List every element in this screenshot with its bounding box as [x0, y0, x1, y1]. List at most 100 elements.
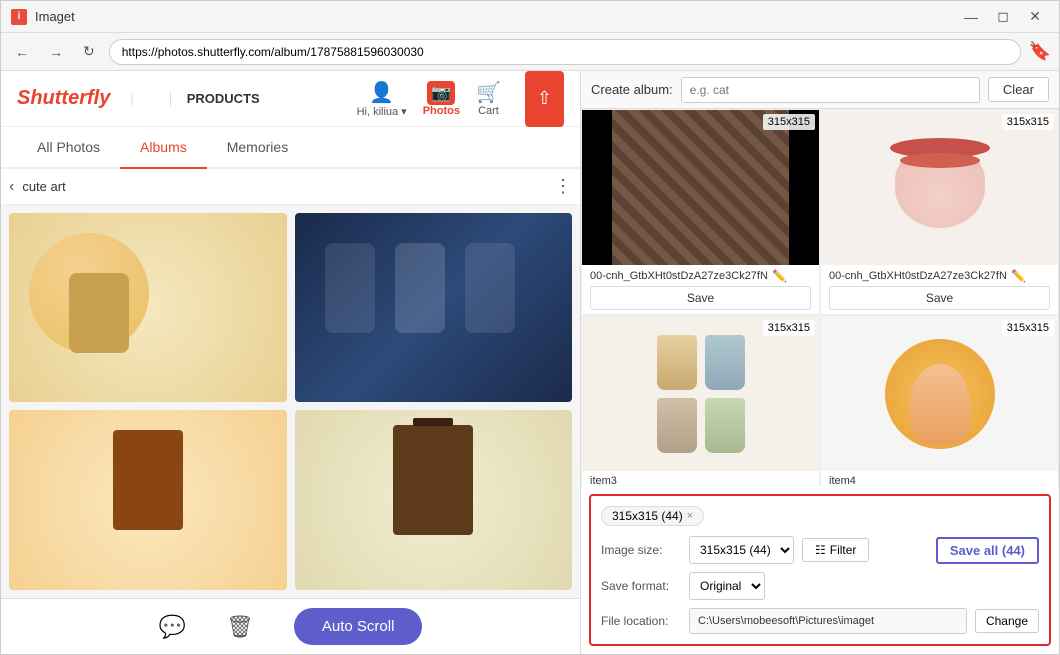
filter-section: 315x315 (44) × Image size: 315x315 (44) …	[589, 494, 1051, 646]
filter-button[interactable]: ☷ Filter	[802, 538, 869, 562]
change-location-button[interactable]: Change	[975, 609, 1039, 633]
refresh-button[interactable]: ↻	[77, 39, 101, 64]
tab-memories[interactable]: Memories	[207, 127, 308, 169]
image-size-row: Image size: 315x315 (44) ☷ Filter Save a…	[601, 536, 1039, 564]
minimize-button[interactable]: ―	[957, 7, 985, 27]
file-location-input[interactable]	[689, 608, 967, 634]
tag-label: 315x315 (44)	[612, 509, 683, 523]
cart-icon: 🛒	[476, 80, 501, 105]
list-item[interactable]	[9, 410, 287, 590]
list-item[interactable]	[295, 410, 573, 590]
album-input[interactable]	[681, 77, 980, 103]
app-window: i Imaget ― ◻ ✕ ← → ↻ 🔖 Shutterfly | PROD…	[0, 0, 1060, 655]
save-format-select[interactable]: Original	[689, 572, 765, 600]
restore-button[interactable]: ◻	[989, 7, 1017, 27]
photo-container: 315x315	[582, 110, 819, 265]
more-options-icon[interactable]: ⋮	[554, 176, 572, 197]
filter-icon: ☷	[815, 543, 826, 557]
breadcrumb-bar: ‹ cute art ⋮	[1, 169, 580, 205]
save-format-row: Save format: Original	[601, 572, 1039, 600]
photo-image	[582, 316, 819, 471]
photo-footer: 00-cnh_GtbXHt0stDzA27ze3Ck27fN ✏️ Save	[582, 265, 819, 314]
save-photo-button[interactable]: Save	[829, 286, 1050, 310]
left-panel: Shutterfly | PRODUCTS 👤 Hi, kiliua ▾ 📷 P…	[1, 71, 581, 654]
back-nav-button[interactable]: ‹	[9, 178, 14, 196]
photo-image	[582, 110, 819, 265]
tab-albums[interactable]: Albums	[120, 127, 207, 169]
tag-close-button[interactable]: ×	[687, 510, 693, 522]
edit-icon[interactable]: ✏️	[1011, 269, 1026, 283]
photo-name: item3	[590, 475, 811, 486]
photos-icon: 📷	[427, 81, 455, 105]
size-badge: 315x315	[763, 114, 815, 130]
photo-container: 315x315	[821, 316, 1058, 471]
site-logo: Shutterfly	[17, 87, 110, 110]
right-photo-item: 315x315 item3	[581, 315, 820, 486]
comment-button[interactable]: 💬	[159, 614, 186, 640]
photo-name: 00-cnh_GtbXHt0stDzA27ze3Ck27fN ✏️	[829, 269, 1050, 283]
photo-container: 315x315	[821, 110, 1058, 265]
edit-icon[interactable]: ✏️	[772, 269, 787, 283]
file-location-row: File location: Change	[601, 608, 1039, 634]
window-controls: ― ◻ ✕	[957, 7, 1049, 27]
photo-footer: item3 Save	[582, 471, 819, 486]
image-size-label: Image size:	[601, 543, 681, 557]
list-item[interactable]	[295, 213, 573, 402]
app-icon: i	[11, 9, 27, 25]
save-photo-button[interactable]: Save	[590, 286, 811, 310]
right-photo-grid: 315x315 00-cnh_GtbXHt0stDzA27ze3Ck27fN ✏…	[581, 109, 1059, 486]
create-album-label: Create album:	[591, 82, 673, 97]
clear-button[interactable]: Clear	[988, 77, 1049, 102]
app-title: Imaget	[35, 9, 75, 24]
photo-footer: item4 Save	[821, 471, 1058, 486]
photo-container: 315x315	[582, 316, 819, 471]
back-button[interactable]: ←	[9, 40, 35, 64]
photo-name: item4	[829, 475, 1050, 486]
save-all-button[interactable]: Save all (44)	[936, 537, 1039, 564]
header-right: 👤 Hi, kiliua ▾ 📷 Photos 🛒 Cart	[357, 80, 501, 118]
photo-image	[821, 316, 1058, 471]
browser-bar: ← → ↻ 🔖	[1, 33, 1059, 71]
forward-button[interactable]: →	[43, 40, 69, 64]
photo-thumbnail	[9, 213, 287, 402]
upload-button[interactable]: ⇧	[525, 71, 564, 127]
extension-header: Create album: Clear	[581, 71, 1059, 109]
size-badge: 315x315	[1002, 114, 1054, 130]
photos-label: Photos	[423, 105, 460, 117]
save-format-label: Save format:	[601, 579, 681, 593]
user-icon: 👤	[369, 80, 394, 105]
main-content: Shutterfly | PRODUCTS 👤 Hi, kiliua ▾ 📷 P…	[1, 71, 1059, 654]
size-badge: 315x315	[763, 320, 815, 336]
tab-all-photos[interactable]: All Photos	[17, 127, 120, 169]
right-photo-item: 315x315 00-cnh_GtbXHt0stDzA27ze3Ck27fN ✏…	[581, 109, 820, 315]
right-photo-item: 315x315 item4 Save	[820, 315, 1059, 486]
cart-nav[interactable]: 🛒 Cart	[476, 80, 501, 117]
right-panel: Create album: Clear 315x315	[581, 71, 1059, 654]
right-photo-item: 315x315 00-cnh_GtbXHt0stDzA27ze3Ck27fN ✏…	[820, 109, 1059, 315]
photo-thumbnail	[295, 213, 573, 402]
photo-thumbnail	[295, 410, 573, 590]
photo-thumbnail	[9, 410, 287, 590]
close-button[interactable]: ✕	[1021, 7, 1049, 27]
user-label: Hi, kiliua ▾	[357, 105, 407, 118]
site-header: Shutterfly | PRODUCTS 👤 Hi, kiliua ▾ 📷 P…	[1, 71, 580, 127]
photos-nav[interactable]: 📷 Photos	[423, 81, 460, 117]
tabs-bar: All Photos Albums Memories	[1, 127, 580, 169]
bookmark-icon[interactable]: 🔖	[1029, 41, 1051, 62]
photo-footer: 00-cnh_GtbXHt0stDzA27ze3Ck27fN ✏️ Save	[821, 265, 1058, 314]
image-size-select[interactable]: 315x315 (44)	[689, 536, 794, 564]
delete-button[interactable]: 🗑	[226, 614, 254, 640]
size-badge: 315x315	[1002, 320, 1054, 336]
title-bar-left: i Imaget	[11, 9, 75, 25]
auto-scroll-button[interactable]: Auto Scroll	[294, 608, 423, 645]
url-bar[interactable]	[109, 39, 1021, 65]
breadcrumb: cute art	[22, 179, 65, 194]
list-item[interactable]	[9, 213, 287, 402]
cart-label: Cart	[478, 105, 499, 117]
photo-grid	[1, 205, 580, 598]
products-nav[interactable]: PRODUCTS	[170, 91, 260, 106]
filter-tags: 315x315 (44) ×	[601, 506, 1039, 526]
user-nav[interactable]: 👤 Hi, kiliua ▾	[357, 80, 407, 118]
filter-label: Filter	[830, 543, 857, 557]
title-bar: i Imaget ― ◻ ✕	[1, 1, 1059, 33]
